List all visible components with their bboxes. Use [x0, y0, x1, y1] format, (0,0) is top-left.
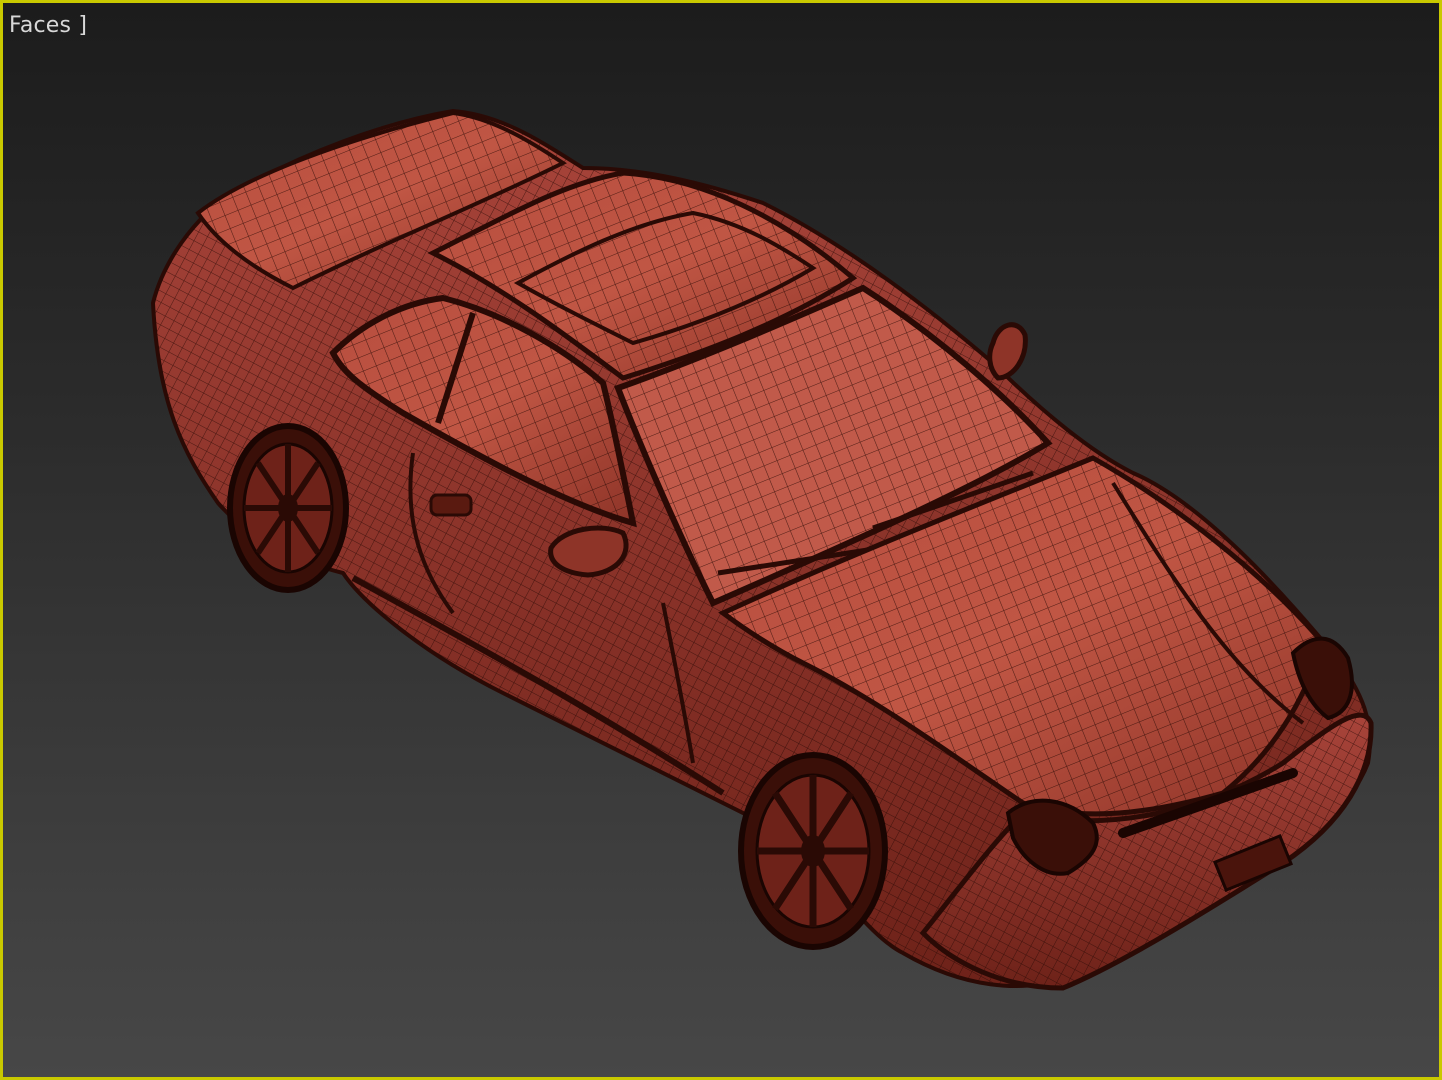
car-wheel-front — [738, 752, 888, 950]
car-wireframe-model[interactable] — [150, 108, 1374, 991]
car-door-handle — [429, 493, 473, 517]
3d-viewport[interactable]: Faces ] — [0, 0, 1442, 1080]
car-side-mirror-left — [548, 525, 629, 578]
scene-canvas[interactable] — [3, 3, 1442, 1080]
car-wheel-rear — [227, 423, 349, 593]
car-side-mirror-right — [987, 322, 1028, 381]
